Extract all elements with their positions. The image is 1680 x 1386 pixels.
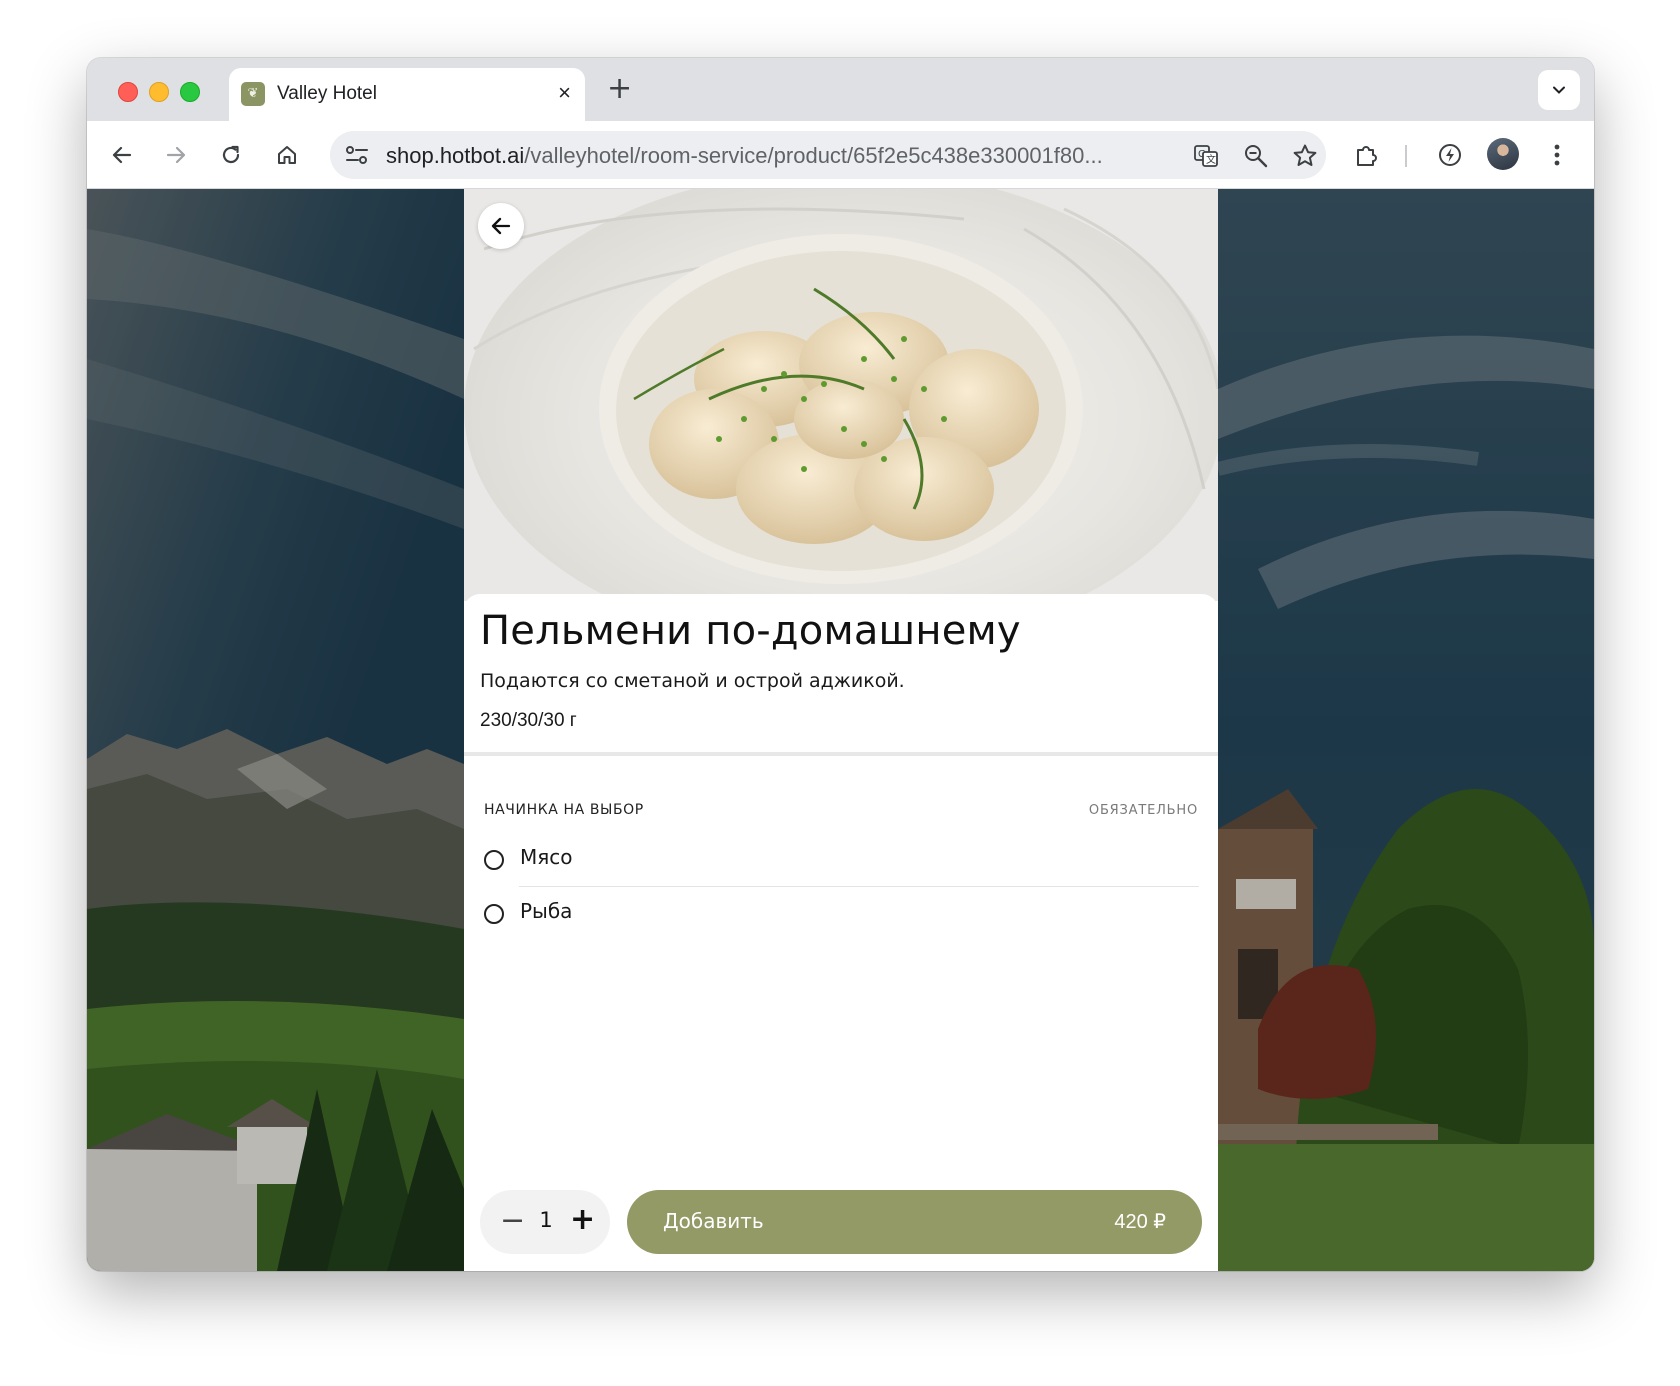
url-text[interactable]: shop.hotbot.ai/valleyhotel/room-service/… — [386, 143, 1103, 169]
option-meat[interactable]: Мясо — [484, 839, 1199, 879]
product-info: Пельмени по-домашнему Подаются со сметан… — [464, 594, 1218, 752]
back-arrow-icon — [491, 217, 511, 235]
product-description: Подаются со сметаной и острой аджикой. — [480, 670, 905, 692]
option-label: Рыба — [520, 899, 573, 923]
performance-icon — [1439, 144, 1461, 166]
back-button-page[interactable] — [478, 203, 524, 249]
add-to-cart-button[interactable]: Добавить 420 ₽ — [627, 1190, 1202, 1254]
more-vert-icon — [1554, 144, 1560, 166]
background-dim-left — [87, 189, 464, 1271]
tab-strip: ❦ Valley Hotel × + — [87, 58, 1594, 121]
home-icon — [278, 146, 296, 164]
valley-hotel-leaf-icon: ❦ — [241, 82, 265, 106]
tab-title: Valley Hotel — [277, 83, 377, 104]
page-viewport: Пельмени по-домашнему Подаются со сметан… — [87, 189, 1594, 1271]
reload-icon — [222, 145, 240, 164]
option-fish[interactable]: Рыба — [484, 893, 1199, 933]
tab-close-icon[interactable]: × — [558, 80, 571, 106]
background-dim-right — [1218, 189, 1594, 1271]
option-separator — [519, 886, 1199, 887]
quantity-value: 1 — [539, 1208, 553, 1232]
add-button-label: Добавить — [663, 1209, 764, 1233]
bookmark-star-icon[interactable] — [1292, 143, 1318, 169]
browser-tab[interactable]: ❦ Valley Hotel × — [229, 68, 585, 121]
reload-button[interactable] — [214, 138, 248, 172]
translate-icon[interactable]: G文 — [1193, 143, 1219, 169]
new-tab-button[interactable]: + — [607, 71, 632, 107]
add-button-price: 420 ₽ — [1114, 1211, 1166, 1233]
toolbar-separator — [1405, 145, 1407, 167]
address-bar[interactable]: shop.hotbot.ai/valleyhotel/room-service/… — [330, 131, 1326, 179]
product-panel: Пельмени по-домашнему Подаются со сметан… — [464, 189, 1218, 1271]
increment-button[interactable]: + — [570, 1203, 595, 1237]
performance-button[interactable] — [1433, 138, 1467, 172]
decrement-button[interactable]: − — [500, 1204, 525, 1238]
forward-button[interactable] — [159, 138, 193, 172]
dumplings-photo — [464, 189, 1218, 601]
chevron-down-icon — [1553, 86, 1565, 94]
browser-toolbar: shop.hotbot.ai/valleyhotel/room-service/… — [87, 121, 1594, 189]
url-domain: shop.hotbot.ai — [386, 143, 525, 168]
browser-window: ❦ Valley Hotel × + shop.hotbot.ai/valley… — [87, 58, 1594, 1271]
minimize-window-button[interactable] — [149, 82, 169, 102]
profile-avatar[interactable] — [1487, 138, 1519, 170]
tab-search-button[interactable] — [1538, 70, 1580, 110]
svg-text:文: 文 — [1206, 153, 1216, 166]
zoom-window-button[interactable] — [180, 82, 200, 102]
quantity-stepper: − 1 + — [480, 1190, 610, 1254]
forward-arrow-icon — [166, 146, 186, 164]
product-title: Пельмени по-домашнему — [480, 608, 1021, 654]
close-window-button[interactable] — [118, 82, 138, 102]
required-badge: ОБЯЗАТЕЛЬНО — [1088, 803, 1198, 818]
more-menu-button[interactable] — [1540, 138, 1574, 172]
site-settings-icon[interactable] — [344, 143, 370, 167]
section-divider — [464, 752, 1218, 756]
url-path: /valleyhotel/room-service/product/65f2e5… — [524, 143, 1103, 168]
home-button[interactable] — [270, 138, 304, 172]
zoom-icon[interactable] — [1243, 143, 1269, 169]
extensions-button[interactable] — [1349, 138, 1383, 172]
back-arrow-icon — [112, 146, 132, 164]
radio-button[interactable] — [484, 904, 504, 924]
radio-button[interactable] — [484, 850, 504, 870]
extensions-icon — [1357, 146, 1377, 166]
options-group-title: НАЧИНКА НА ВЫБОР — [484, 802, 644, 818]
back-button[interactable] — [105, 138, 139, 172]
product-weight: 230/30/30 г — [480, 710, 577, 731]
option-label: Мясо — [520, 845, 573, 869]
